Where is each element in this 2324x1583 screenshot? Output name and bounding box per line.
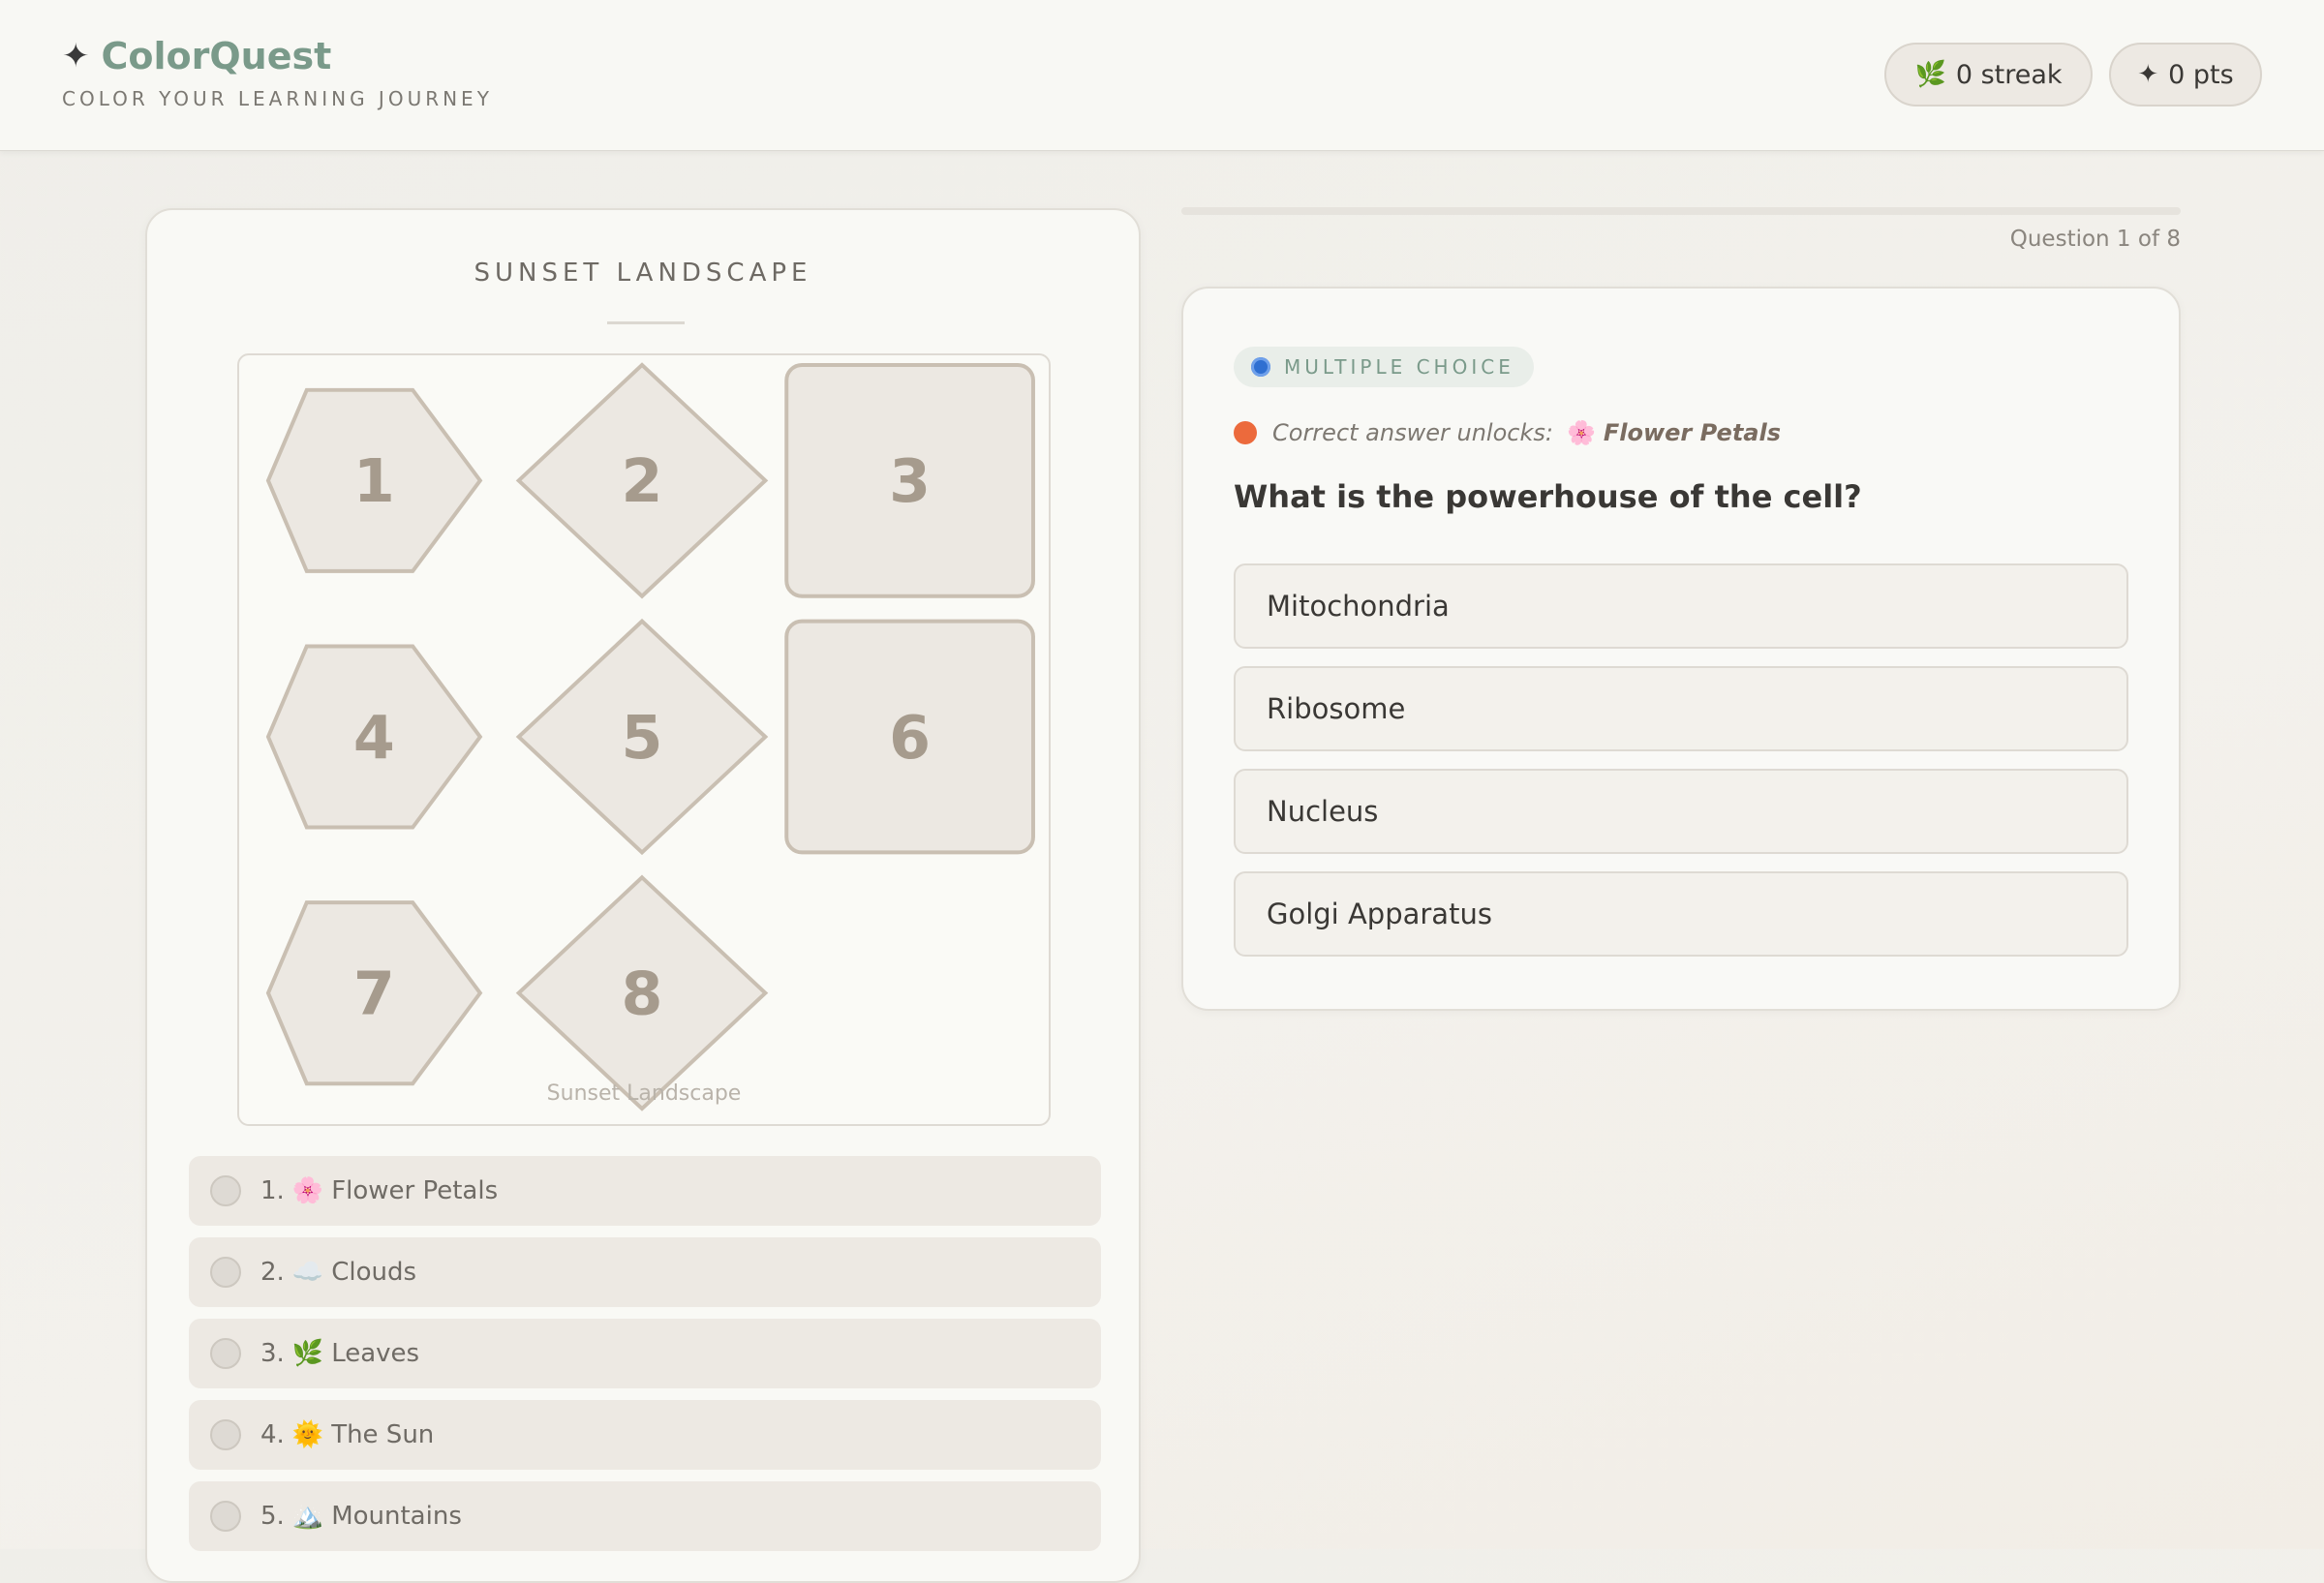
- question-counter: Question 1 of 8: [2009, 227, 2181, 252]
- sparkle-icon: ✦: [62, 37, 90, 76]
- question-text: What is the powerhouse of the cell?: [1234, 478, 1862, 515]
- legend-emoji-icon: 🏔️: [291, 1502, 324, 1531]
- region-3[interactable]: 3: [784, 362, 1035, 598]
- app-tagline: COLOR YOUR LEARNING JOURNEY: [62, 87, 493, 110]
- legend-label: Flower Petals: [331, 1176, 499, 1205]
- coloring-svg: 1 2 3 4 5 6 7 8: [265, 362, 1035, 1111]
- color-swatch: [210, 1338, 241, 1369]
- region-6[interactable]: 6: [784, 619, 1035, 855]
- legend-label: The Sun: [331, 1420, 435, 1449]
- unlock-label: Correct answer unlocks:: [1272, 419, 1553, 446]
- brand: ✦ ColorQuest COLOR YOUR LEARNING JOURNEY: [62, 35, 493, 110]
- streak-badge: 🌿 0 streak: [1884, 43, 2093, 107]
- title-divider: [607, 321, 685, 324]
- answer-option[interactable]: Nucleus: [1234, 769, 2128, 854]
- region-number: 2: [622, 446, 663, 516]
- answer-list: Mitochondria Ribosome Nucleus Golgi Apparat…: [1234, 563, 2128, 974]
- legend-item[interactable]: 3. 🌿 Leaves: [189, 1319, 1101, 1388]
- legend-number: 2.: [260, 1258, 285, 1287]
- leaf-icon: 🌿: [1914, 60, 1946, 89]
- answer-option[interactable]: Golgi Apparatus: [1234, 871, 2128, 957]
- flower-icon: 🌸: [1566, 419, 1596, 446]
- region-number: 1: [353, 446, 395, 516]
- points-label: 0 pts: [2168, 59, 2234, 90]
- region-8[interactable]: 8: [515, 874, 769, 1111]
- coloring-canvas: 1 2 3 4 5 6 7 8 Sunset Landscape: [237, 353, 1051, 1126]
- region-number: 8: [622, 959, 663, 1029]
- picture-title: SUNSET LANDSCAPE: [474, 259, 812, 288]
- legend-item[interactable]: 4. 🌞 The Sun: [189, 1400, 1101, 1470]
- legend-emoji-icon: 🌞: [291, 1420, 324, 1449]
- legend-emoji-icon: 🌸: [291, 1176, 324, 1205]
- region-1[interactable]: 1: [265, 387, 483, 573]
- answer-option[interactable]: Mitochondria: [1234, 563, 2128, 649]
- region-number: 5: [622, 703, 663, 773]
- legend-number: 5.: [260, 1502, 285, 1531]
- answer-option[interactable]: Ribosome: [1234, 666, 2128, 751]
- unlock-target: Flower Petals: [1603, 419, 1781, 446]
- app-title-text: ColorQuest: [101, 35, 332, 77]
- color-legend: 1. 🌸 Flower Petals 2. ☁️ Clouds 3. 🌿 Leaves 4. 🌞 Th…: [189, 1156, 1101, 1563]
- app-header: ✦ ColorQuest COLOR YOUR LEARNING JOURNEY…: [0, 0, 2324, 151]
- legend-item[interactable]: 5. 🏔️ Mountains: [189, 1481, 1101, 1551]
- region-number: 3: [889, 446, 931, 516]
- region-number: 4: [353, 703, 395, 773]
- quiz-progress-bar: [1181, 207, 2181, 215]
- legend-number: 1.: [260, 1176, 285, 1205]
- streak-label: 0 streak: [1955, 59, 2063, 90]
- color-swatch: [210, 1419, 241, 1450]
- legend-emoji-icon: ☁️: [291, 1258, 324, 1287]
- color-swatch: [210, 1257, 241, 1288]
- region-4[interactable]: 4: [265, 644, 483, 830]
- region-number: 6: [889, 703, 931, 773]
- legend-number: 4.: [260, 1420, 285, 1449]
- legend-label: Leaves: [331, 1339, 420, 1368]
- legend-item[interactable]: 2. ☁️ Clouds: [189, 1237, 1101, 1307]
- color-swatch: [210, 1175, 241, 1206]
- question-type-badge: MULTIPLE CHOICE: [1234, 347, 1534, 387]
- region-7[interactable]: 7: [265, 900, 483, 1086]
- unlock-hint: Correct answer unlocks: 🌸 Flower Petals: [1234, 419, 1781, 446]
- legend-number: 3.: [260, 1339, 285, 1368]
- orange-circle-icon: [1234, 421, 1257, 444]
- region-2[interactable]: 2: [515, 362, 769, 599]
- sparkle-icon: ✦: [2137, 60, 2159, 89]
- legend-label: Clouds: [331, 1258, 417, 1287]
- blue-circle-icon: [1251, 357, 1270, 377]
- canvas-caption: Sunset Landscape: [546, 1081, 742, 1106]
- legend-label: Mountains: [331, 1502, 462, 1531]
- question-type-label: MULTIPLE CHOICE: [1284, 355, 1514, 379]
- legend-emoji-icon: 🌿: [291, 1339, 324, 1368]
- points-badge: ✦ 0 pts: [2109, 43, 2262, 107]
- legend-item[interactable]: 1. 🌸 Flower Petals: [189, 1156, 1101, 1226]
- coloring-panel: SUNSET LANDSCAPE 1 2 3 4 5 6 7 8 Sunset Landsca…: [145, 208, 1141, 1583]
- question-card: MULTIPLE CHOICE Correct answer unlocks: …: [1181, 287, 2181, 1011]
- app-title: ✦ ColorQuest: [62, 35, 493, 77]
- color-swatch: [210, 1501, 241, 1532]
- region-number: 7: [353, 959, 395, 1029]
- region-5[interactable]: 5: [515, 618, 769, 856]
